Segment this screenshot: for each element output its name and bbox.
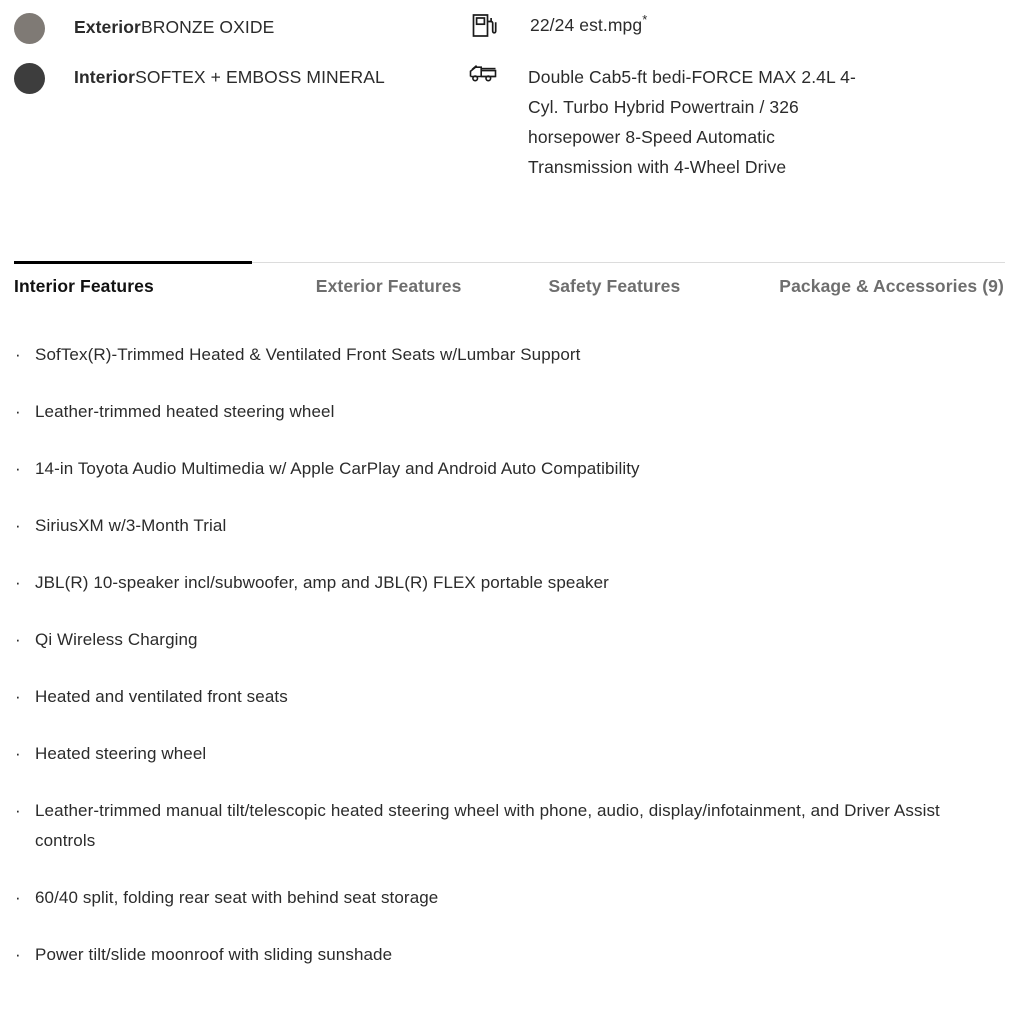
feature-list-item: · SofTex(R)-Trimmed Heated & Ventilated F…	[0, 340, 1017, 370]
fuel-economy-footnote-marker: *	[642, 12, 648, 28]
interior-color-value: SOFTEX + EMBOSS MINERAL	[135, 67, 385, 87]
vehicle-specs-panel: ExteriorBRONZE OXIDE InteriorSOFTEX + EM…	[0, 0, 1017, 250]
bullet-icon: ·	[15, 888, 21, 907]
powertrain-row: Double Cab5-ft bedi-FORCE MAX 2.4L 4-Cyl…	[468, 62, 873, 182]
feature-list-item: · 60/40 split, folding rear seat with beh…	[0, 883, 1017, 913]
bullet-icon: ·	[15, 801, 21, 820]
feature-text: 14-in Toyota Audio Multimedia w/ Apple C…	[35, 459, 640, 478]
features-tabbar: Interior Features Exterior Features Safe…	[0, 250, 1017, 322]
bullet-icon: ·	[15, 573, 21, 592]
pickup-truck-icon	[468, 62, 498, 86]
interior-color-label: InteriorSOFTEX + EMBOSS MINERAL	[74, 62, 385, 93]
tab-list: Interior Features Exterior Features Safe…	[14, 274, 1005, 298]
fuel-economy-text: 22/24 est.mpg	[530, 15, 643, 35]
feature-list-item: · Leather-trimmed manual tilt/telescopic …	[0, 796, 1017, 856]
bullet-icon: ·	[15, 459, 21, 478]
feature-list-item: · Heated and ventilated front seats	[0, 682, 1017, 712]
feature-text: Heated steering wheel	[35, 744, 207, 763]
interior-color-swatch-icon	[14, 63, 45, 94]
fuel-economy-value: 22/24 est.mpg*	[530, 12, 647, 38]
feature-text: Power tilt/slide moonroof with sliding s…	[35, 945, 393, 964]
bullet-icon: ·	[15, 402, 21, 421]
tab-exterior-features[interactable]: Exterior Features	[316, 276, 462, 297]
exterior-color-row: ExteriorBRONZE OXIDE	[14, 12, 274, 44]
feature-list-item: · Power tilt/slide moonroof with sliding …	[0, 940, 1017, 970]
bullet-icon: ·	[15, 516, 21, 535]
feature-text: SofTex(R)-Trimmed Heated & Ventilated Fr…	[35, 345, 581, 364]
feature-list-item: · SiriusXM w/3-Month Trial	[0, 511, 1017, 541]
feature-text: Leather-trimmed heated steering wheel	[35, 402, 335, 421]
active-tab-underline	[14, 261, 252, 264]
exterior-label-text: Exterior	[74, 17, 141, 37]
feature-text: Qi Wireless Charging	[35, 630, 198, 649]
feature-list-item: · 14-in Toyota Audio Multimedia w/ Apple …	[0, 454, 1017, 484]
tab-interior-features[interactable]: Interior Features	[14, 276, 154, 297]
feature-list-item: · Heated steering wheel	[0, 739, 1017, 769]
feature-text: SiriusXM w/3-Month Trial	[35, 516, 227, 535]
interior-label-text: Interior	[74, 67, 136, 87]
exterior-color-value: BRONZE OXIDE	[140, 17, 275, 37]
interior-color-row: InteriorSOFTEX + EMBOSS MINERAL	[14, 62, 385, 94]
exterior-color-label: ExteriorBRONZE OXIDE	[74, 12, 274, 43]
exterior-color-swatch-icon	[14, 13, 45, 44]
feature-list-item: · JBL(R) 10-speaker incl/subwoofer, amp a…	[0, 568, 1017, 598]
bullet-icon: ·	[15, 345, 21, 364]
tab-safety-features[interactable]: Safety Features	[548, 276, 680, 297]
fuel-economy-row: 22/24 est.mpg*	[470, 12, 647, 40]
powertrain-value: Double Cab5-ft bedi-FORCE MAX 2.4L 4-Cyl…	[528, 67, 856, 177]
bullet-icon: ·	[15, 687, 21, 706]
feature-list-item: · Qi Wireless Charging	[0, 625, 1017, 655]
feature-list-item: · Leather-trimmed heated steering wheel	[0, 397, 1017, 427]
feature-text: Heated and ventilated front seats	[35, 687, 288, 706]
feature-text: 60/40 split, folding rear seat with behi…	[35, 888, 439, 907]
bullet-icon: ·	[15, 945, 21, 964]
bullet-icon: ·	[15, 744, 21, 763]
bullet-icon: ·	[15, 630, 21, 649]
feature-text: Leather-trimmed manual tilt/telescopic h…	[35, 801, 940, 850]
fuel-pump-icon	[470, 12, 500, 40]
feature-text: JBL(R) 10-speaker incl/subwoofer, amp an…	[35, 573, 609, 592]
tab-package-accessories[interactable]: Package & Accessories (9)	[779, 276, 1004, 297]
interior-features-list: · SofTex(R)-Trimmed Heated & Ventilated F…	[0, 340, 1017, 997]
